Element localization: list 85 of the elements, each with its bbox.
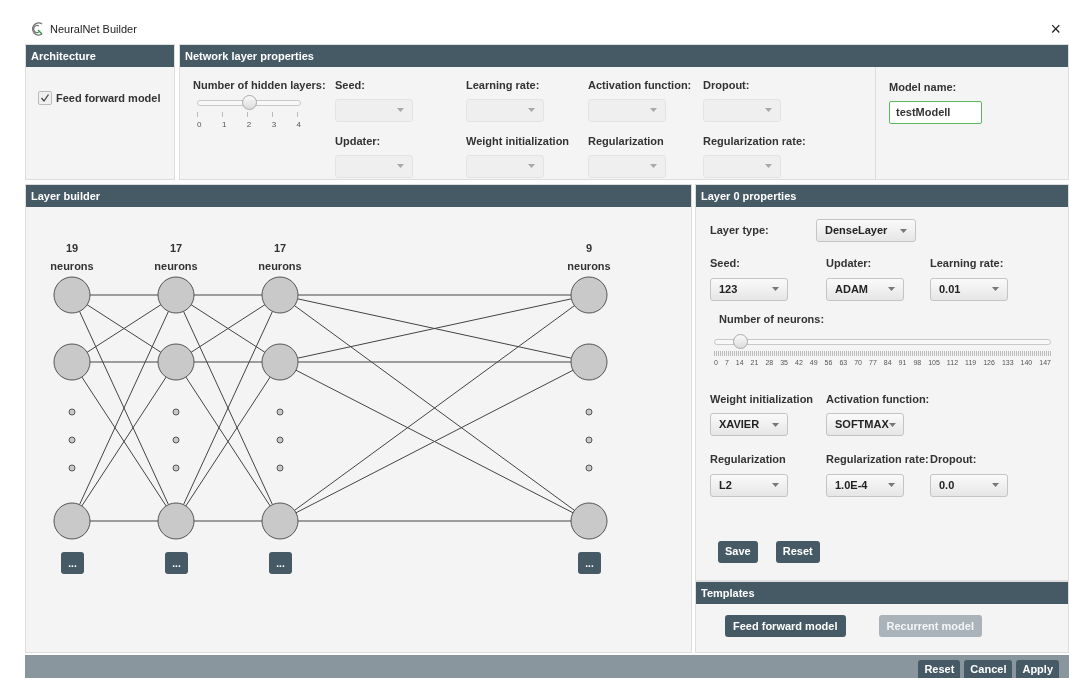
field-label: Regularization rate: <box>703 134 807 149</box>
field-label: Regularization rate: <box>826 452 930 467</box>
button[interactable]: Feed forward model <box>725 615 846 637</box>
caret-icon <box>765 108 772 112</box>
neuron-count: 9 <box>585 241 593 256</box>
caret-icon <box>772 483 779 487</box>
caret-icon <box>900 228 907 233</box>
field-label: Activation function: <box>588 78 693 93</box>
neuron-unit: neurons <box>567 259 611 274</box>
tick-label: 4 <box>296 118 301 131</box>
field-label: Number of neurons: <box>718 311 826 327</box>
panel-header: Network layer properties <box>180 45 1068 67</box>
button[interactable]: Cancel <box>964 660 1013 678</box>
caret-icon <box>888 422 896 427</box>
caret-icon <box>992 287 999 291</box>
checkbox-label: Feed forward model <box>56 91 161 106</box>
neuron-count: 17 <box>169 241 183 256</box>
caret-icon <box>397 164 404 168</box>
tick-label: 3 <box>271 118 277 131</box>
tick-label: 0 <box>197 118 202 131</box>
field-label: Seed: <box>710 256 741 271</box>
dropdown[interactable]: 0.0 <box>930 473 1008 497</box>
field-label: Activation function: <box>826 391 930 407</box>
button[interactable]: Save <box>718 540 758 563</box>
layer-options-button[interactable]: ... <box>61 552 84 574</box>
caret-icon <box>528 108 535 112</box>
dropdown[interactable]: 123 <box>710 277 788 301</box>
tick-label: 1 <box>221 118 227 131</box>
dropdown[interactable]: 1.0E-4 <box>826 473 904 497</box>
neuron-count: 17 <box>273 241 287 256</box>
checkbox[interactable] <box>38 91 52 106</box>
panel-header: Layer builder <box>26 185 691 207</box>
caret-icon <box>888 287 895 291</box>
field-label: Regularization <box>588 134 665 149</box>
dropdown[interactable]: DenseLayer <box>816 219 916 242</box>
slider-track[interactable] <box>197 94 301 110</box>
dropdown[interactable]: ADAM <box>826 277 904 301</box>
layer-options-button[interactable]: ... <box>269 552 292 574</box>
field-label: Updater: <box>826 256 873 271</box>
caret-icon <box>765 164 772 168</box>
panel-header: Architecture <box>26 45 174 67</box>
tick-label: 2 <box>246 118 252 131</box>
caret-icon <box>888 483 895 487</box>
field-label: Seed: <box>335 78 366 93</box>
field-label: Dropout: <box>703 78 751 93</box>
field-label: Number of hidden layers: <box>193 78 327 93</box>
caret-icon <box>528 164 535 168</box>
neuron-count: 19 <box>65 241 79 256</box>
app-logo-icon <box>30 22 44 36</box>
layer-options-button[interactable]: ... <box>578 552 601 574</box>
dropdown[interactable]: L2 <box>710 473 788 497</box>
caret-icon <box>772 422 779 427</box>
caret-icon <box>992 483 999 487</box>
button[interactable]: Reset <box>775 540 820 563</box>
field-label: Learning rate: <box>466 78 541 93</box>
dropdown[interactable]: 0.01 <box>930 277 1008 301</box>
slider-track[interactable] <box>714 334 1051 349</box>
caret-icon <box>650 108 657 112</box>
button[interactable]: Reset <box>918 660 961 678</box>
field-label: Learning rate: <box>930 256 1005 271</box>
window-title: NeuralNet Builder <box>50 21 137 37</box>
model-name-field[interactable]: testModell <box>889 100 982 124</box>
checkmark-icon <box>40 93 50 104</box>
caret-icon <box>772 287 779 291</box>
field-label: Weight initialization <box>466 134 571 149</box>
dropdown[interactable]: SOFTMAX <box>826 413 904 436</box>
button[interactable]: Apply <box>1016 660 1059 678</box>
field-label: Updater: <box>335 134 382 149</box>
caret-icon <box>397 108 404 112</box>
slider-thumb[interactable] <box>241 94 257 110</box>
slider-thumb[interactable] <box>733 334 749 349</box>
neuron-unit: neurons <box>258 259 302 274</box>
panel-header: Templates <box>696 582 1068 604</box>
panel-header: Layer 0 properties <box>696 185 1068 207</box>
layer-options-button[interactable]: ... <box>165 552 188 574</box>
caret-icon <box>650 164 657 168</box>
neuron-unit: neurons <box>50 259 94 274</box>
field-label: Regularization <box>710 452 787 467</box>
close-button[interactable]: × <box>1050 20 1061 38</box>
neuron-unit: neurons <box>154 259 198 274</box>
dropdown[interactable]: XAVIER <box>710 413 788 436</box>
field-label: Model name: <box>889 80 958 95</box>
field-label: Dropout: <box>930 452 978 467</box>
field-label: Layer type: <box>710 223 770 239</box>
field-label: Weight initialization <box>710 391 815 407</box>
